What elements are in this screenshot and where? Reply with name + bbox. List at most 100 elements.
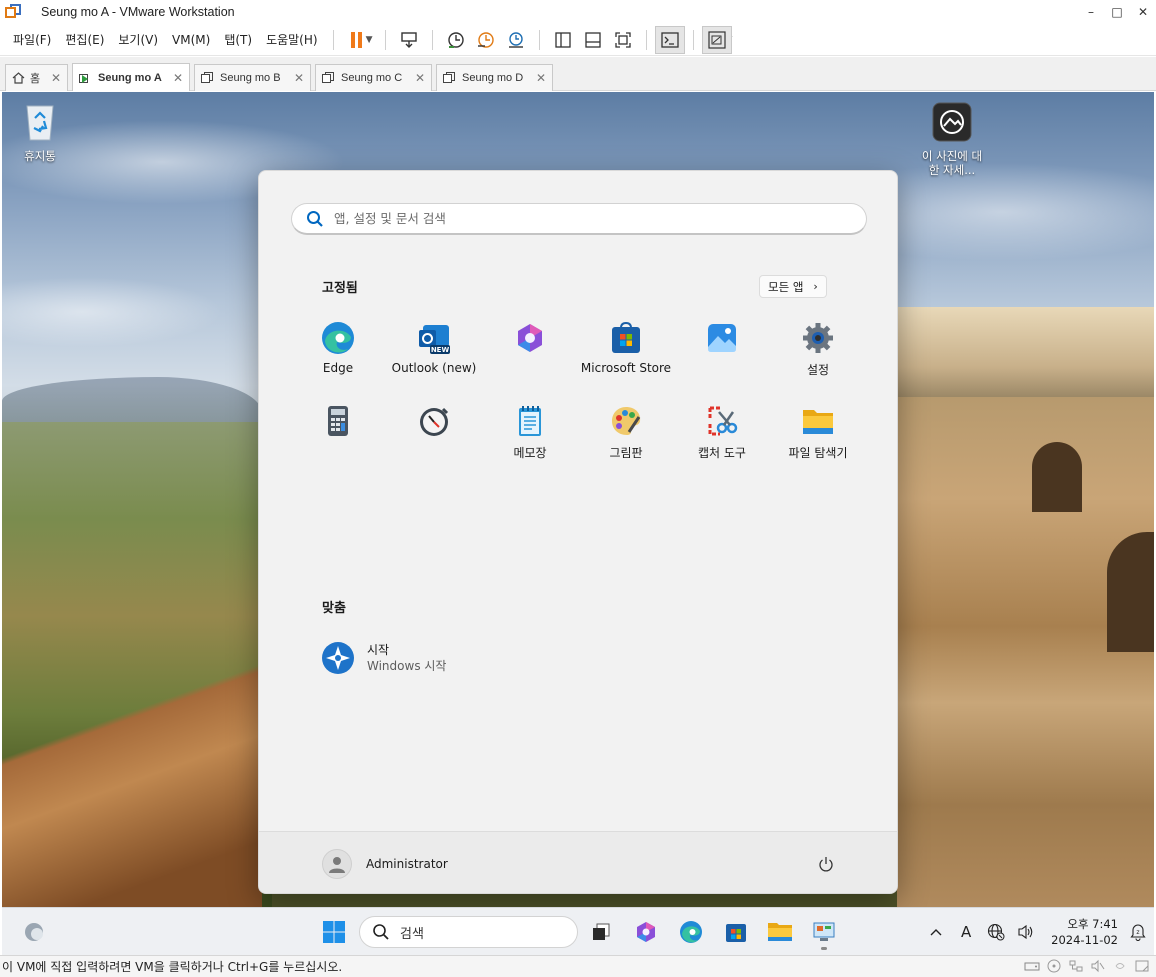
pinned-app-calculator[interactable] [290,404,386,444]
tab-close-icon[interactable]: ✕ [173,71,183,85]
library-icon [554,31,571,48]
tab-close-icon[interactable]: ✕ [536,71,546,85]
toolbar-separator [332,29,334,50]
taskbar-control-panel[interactable] [806,914,842,950]
copilot-icon [637,922,655,942]
cd-dvd-icon[interactable] [1046,959,1062,973]
all-apps-button[interactable]: 모든 앱 › [759,275,827,298]
toolbar-separator [431,29,433,50]
pinned-app-outlook[interactable]: NEW Outlook (new) [386,321,482,375]
pinned-app-settings[interactable]: 설정 [770,321,866,378]
vmware-logo-icon [5,4,21,20]
console-view-button[interactable] [654,25,685,54]
store-icon [726,924,746,942]
usb-icon[interactable] [1112,959,1128,973]
menu-tabs[interactable]: 탭(T) [217,31,259,48]
device-indicators [1024,959,1150,973]
maximize-button[interactable]: □ [1104,0,1130,24]
tab-seung-mo-c[interactable]: Seung mo C ✕ [315,64,432,91]
pinned-app-photos[interactable] [674,321,770,361]
menu-view[interactable]: 보기(V) [111,31,165,48]
edge-icon [321,321,355,355]
network-button[interactable] [981,917,1011,947]
tab-seung-mo-a[interactable]: Seung mo A ✕ [72,63,190,91]
paint-icon [609,404,643,438]
taskbar-edge[interactable] [673,914,709,950]
hard-disk-icon[interactable] [1024,959,1040,973]
start-search-box[interactable] [291,203,867,235]
tab-label: Seung mo A [98,71,162,84]
input-method-indicator[interactable]: A [951,917,981,947]
close-button[interactable]: ✕ [1130,0,1156,24]
app-label: Outlook (new) [391,361,477,375]
suspend-button[interactable] [342,26,372,54]
pinned-app-edge[interactable]: Edge [290,321,386,375]
spotlight-shortcut[interactable]: 이 사진에 대한 자세... [917,102,987,177]
taskbar-search-box[interactable]: 검색 [359,916,578,948]
pinned-app-microsoft-store[interactable]: Microsoft Store [578,321,674,375]
tab-label: Seung mo C [341,72,403,84]
show-library-button[interactable] [548,26,578,54]
send-ctrl-alt-del-button[interactable] [394,26,424,54]
tab-close-icon[interactable]: ✕ [294,71,304,85]
task-view-button[interactable] [583,914,619,950]
tab-seung-mo-d[interactable]: Seung mo D ✕ [436,64,553,91]
sound-card-icon[interactable] [1090,959,1106,973]
weather-widget-button[interactable] [16,914,52,950]
wallpaper-arch [1107,532,1154,652]
notifications-button[interactable]: z [1126,917,1150,947]
tab-close-icon[interactable]: ✕ [415,71,425,85]
power-button[interactable] [814,852,838,876]
message-log-icon[interactable] [1134,959,1150,973]
tab-seung-mo-b[interactable]: Seung mo B ✕ [194,64,311,91]
recommended-subtitle: Windows 시작 [367,659,447,673]
speaker-icon [1018,924,1033,940]
app-label: 설정 [806,363,830,377]
user-account-button[interactable]: Administrator [322,849,448,879]
pinned-app-copilot[interactable] [482,321,578,361]
pinned-app-notepad[interactable]: 메모장 [482,404,578,461]
volume-button[interactable] [1011,917,1041,947]
network-adapter-icon[interactable] [1068,959,1084,973]
full-screen-button[interactable] [608,26,638,54]
taskbar-file-explorer[interactable] [762,914,798,950]
menu-edit[interactable]: 편집(E) [58,31,111,48]
menu-help[interactable]: 도움말(H) [259,31,325,48]
start-button[interactable] [316,914,352,950]
revert-snapshot-button[interactable] [471,26,501,54]
app-label: Edge [322,361,354,375]
stretch-icon [707,30,726,49]
pinned-app-snipping-tool[interactable]: 캡처 도구 [674,404,770,461]
snapshot-manager-button[interactable] [501,26,531,54]
vm-icon [443,72,456,84]
guest-desktop[interactable]: 휴지통 이 사진에 대한 자세... 고정됨 모든 앱 › Edge [2,92,1154,907]
recycle-bin-shortcut[interactable]: 휴지통 [5,102,75,163]
clock-icon [417,404,451,438]
menu-file[interactable]: 파일(F) [0,31,58,48]
show-thumbnail-bar-button[interactable] [578,26,608,54]
tab-close-icon[interactable]: ✕ [51,71,61,85]
pinned-app-paint[interactable]: 그림판 [578,404,674,461]
wallpaper-town [897,307,1154,407]
outlook-icon: NEW [417,321,451,355]
pinned-app-file-explorer[interactable]: 파일 탐색기 [770,404,866,461]
recommended-item-get-started[interactable]: 시작 Windows 시작 [321,641,446,675]
start-search-input[interactable] [334,211,814,226]
taskbar-store[interactable] [718,914,754,950]
menu-vm[interactable]: VM(M) [165,33,217,47]
pinned-app-clock[interactable] [386,404,482,444]
weather-icon [25,923,43,941]
stretch-guest-button[interactable] [701,25,732,54]
calculator-icon [321,404,355,438]
taskbar-clock[interactable]: 오후 7:41 2024-11-02 [1051,916,1118,948]
snapshot-button[interactable] [441,26,471,54]
show-hidden-icons-button[interactable] [921,917,951,947]
minimize-button[interactable]: – [1078,0,1104,24]
app-label: 그림판 [609,446,643,460]
notepad-icon [513,404,547,438]
toolbar-separator [384,29,386,50]
recycle-bin-icon [26,105,54,141]
taskbar-copilot[interactable] [628,914,664,950]
status-message: 이 VM에 직접 입력하려면 VM을 클릭하거나 Ctrl+G를 누르십시오. [2,960,343,974]
tab-home[interactable]: 홈 ✕ [5,64,68,91]
